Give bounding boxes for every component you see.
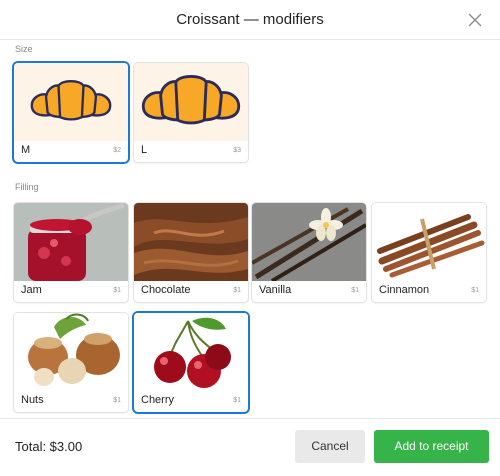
cinnamon-image [372, 203, 486, 281]
modifier-label: L [141, 144, 148, 156]
filling-section-label: Filling [15, 182, 39, 192]
modifier-label: Cinnamon [379, 284, 430, 296]
modifier-price: $1 [233, 287, 241, 294]
modal-title: Croissant — modifiers [176, 11, 324, 28]
size-section-label: Size [15, 44, 33, 54]
hazelnuts-image [14, 313, 128, 391]
modifier-price: $2 [113, 147, 121, 154]
jam-jar-image [14, 203, 128, 281]
modifier-label: Cherry [141, 394, 175, 406]
modifier-price: $1 [351, 287, 359, 294]
modifier-label: Vanilla [259, 284, 292, 296]
modifier-label: Nuts [21, 394, 44, 406]
cancel-button[interactable]: Cancel [295, 430, 365, 463]
modifier-filling-cinnamon[interactable]: Cinnamon $1 [372, 203, 486, 302]
modifier-price: $1 [233, 397, 241, 404]
modifier-filling-chocolate[interactable]: Chocolate $1 [134, 203, 248, 302]
modifier-size-m[interactable]: M $2 [14, 63, 128, 162]
modifier-price: $1 [471, 287, 479, 294]
modifier-price: $3 [233, 147, 241, 154]
modifier-label: Chocolate [141, 284, 191, 296]
modifier-filling-vanilla[interactable]: Vanilla $1 [252, 203, 366, 302]
cherry-image [134, 313, 248, 391]
modal-footer: Total: $3.00 Cancel Add to receipt [0, 418, 500, 476]
modifier-label: Jam [21, 284, 42, 296]
modifier-label: M [21, 144, 31, 156]
chocolate-image [134, 203, 248, 281]
modifier-size-l[interactable]: L $3 [134, 63, 248, 162]
modifier-price: $1 [113, 287, 121, 294]
add-to-receipt-button[interactable]: Add to receipt [374, 430, 489, 463]
vanilla-image [252, 203, 366, 281]
modal-header: Croissant — modifiers [0, 0, 500, 40]
croissant-icon [134, 63, 248, 141]
order-total: Total: $3.00 [15, 439, 83, 454]
modifier-filling-cherry[interactable]: Cherry $1 [134, 313, 248, 412]
modifier-filling-jam[interactable]: Jam $1 [14, 203, 128, 302]
croissant-icon [14, 63, 128, 141]
modifier-price: $1 [113, 397, 121, 404]
close-icon[interactable] [467, 12, 483, 28]
modifier-filling-nuts[interactable]: Nuts $1 [14, 313, 128, 412]
